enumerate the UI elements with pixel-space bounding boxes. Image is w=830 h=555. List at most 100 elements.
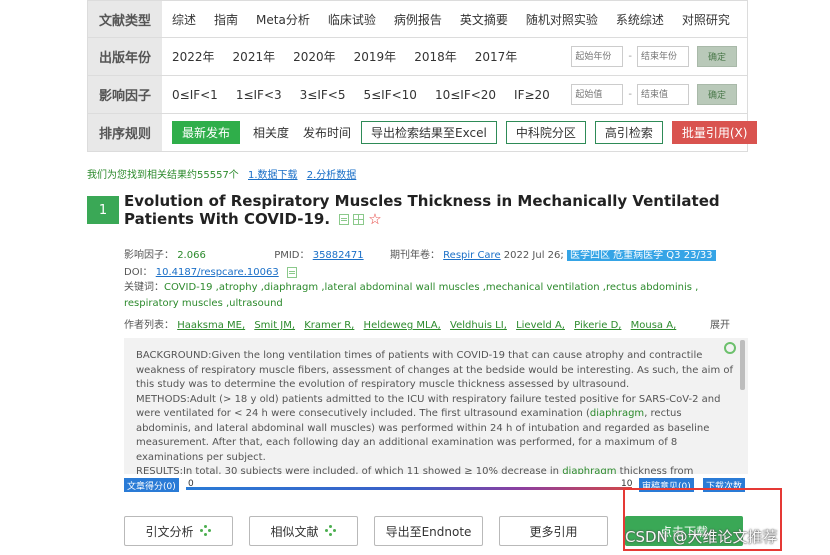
impact-option[interactable]: 3≤IF<5	[300, 88, 346, 102]
score-bar	[186, 487, 632, 490]
author-link[interactable]: Kramer R,	[304, 320, 354, 331]
impact-option[interactable]: 10≤IF<20	[435, 88, 496, 102]
journal-badge: 医学四区 危重病医学 Q3 23/33	[566, 250, 716, 261]
translate-icon[interactable]	[353, 214, 365, 225]
authors-line: 作者列表： Haaksma ME, Smit JM, Kramer R, Hel…	[124, 316, 734, 331]
author-link[interactable]: Lieveld A,	[516, 320, 565, 331]
doc-type-option[interactable]: 临床试验	[328, 11, 376, 28]
doc-type-option[interactable]: 综述	[172, 11, 196, 28]
impact-value: 2.066	[177, 250, 206, 261]
sort-time-button[interactable]: 发布时间	[299, 121, 356, 144]
impact-confirm-button[interactable]: 确定	[697, 84, 737, 105]
doi-line: DOI： 10.4187/respcare.10063	[124, 263, 297, 278]
year-option[interactable]: 2021年	[233, 48, 276, 65]
impact-option[interactable]: 0≤IF<1	[172, 88, 218, 102]
doc-type-option[interactable]: 系统综述	[616, 11, 664, 28]
result-number: 1	[87, 196, 119, 224]
filter-label-doc-type: 文献类型	[88, 1, 162, 37]
dots-icon	[324, 525, 337, 537]
keywords-label: 关键词：	[124, 282, 164, 293]
sort-row: 排序规则 最新发布 相关度 发布时间 导出检索结果至Excel 中科院分区 高引…	[88, 114, 758, 152]
results-count: 我们为您找到相关结果约55557个	[87, 170, 239, 181]
sort-latest-button[interactable]: 最新发布	[172, 121, 241, 144]
year-option[interactable]: 2022年	[172, 48, 215, 65]
end-impact-input[interactable]	[637, 84, 689, 105]
journal-label: 期刊年卷：	[389, 250, 440, 261]
expand-authors-button[interactable]: 展开	[710, 316, 730, 331]
more-citations-button[interactable]: 更多引用	[499, 516, 608, 546]
impact-range: - 确定	[571, 84, 737, 105]
author-link[interactable]: Smit JM,	[254, 320, 295, 331]
keywords-value: COVID-19 ,atrophy ,diaphragm ,lateral ab…	[124, 282, 699, 309]
doc-type-option[interactable]: 病例报告	[394, 11, 442, 28]
doi-value[interactable]: 10.4187/respcare.10063	[156, 267, 279, 278]
author-link[interactable]: Mousa A,	[631, 320, 677, 331]
year-range: - 确定	[571, 46, 737, 67]
doc-type-option[interactable]: Meta分析	[256, 11, 310, 28]
doc-type-option[interactable]: 英文摘要	[460, 11, 508, 28]
refresh-icon[interactable]	[724, 342, 736, 354]
abstract-background: BACKGROUND:Given the long ventilation ti…	[136, 350, 734, 390]
sort-relevance-button[interactable]: 相关度	[249, 121, 294, 144]
impact-option[interactable]: 5≤IF<10	[363, 88, 416, 102]
copy-doi-icon[interactable]	[286, 266, 297, 278]
author-link[interactable]: Pikerie D,	[574, 320, 621, 331]
pmid-label: PMID：	[274, 250, 310, 261]
star-icon[interactable]: ☆	[368, 212, 381, 227]
filter-label-sort: 排序规则	[88, 114, 162, 151]
doc-type-option[interactable]: 对照研究	[682, 11, 730, 28]
export-excel-button[interactable]: 导出检索结果至Excel	[361, 121, 497, 144]
author-link[interactable]: Veldhuis LI,	[450, 320, 507, 331]
batch-cite-button[interactable]: 批量引用(X)	[671, 121, 758, 144]
journal-name[interactable]: Respir Care	[443, 250, 500, 261]
article-meta-line: 影响因子： 2.066 PMID： 35882471 期刊年卷： Respir …	[124, 246, 716, 261]
article-score-badge: 文章得分(0)	[124, 478, 179, 492]
impact-option[interactable]: IF≥20	[514, 88, 550, 102]
title-icons: ☆	[339, 212, 382, 227]
year-option[interactable]: 2019年	[354, 48, 397, 65]
citation-analysis-button[interactable]: 引文分析	[124, 516, 233, 546]
range-dash: -	[628, 89, 632, 100]
cas-zone-button[interactable]: 中科院分区	[505, 121, 586, 144]
filter-label-impact: 影响因子	[88, 76, 162, 113]
year-option[interactable]: 2017年	[475, 48, 518, 65]
abstract-scrollbar[interactable]	[740, 340, 745, 390]
keywords-line: 关键词：COVID-19 ,atrophy ,diaphragm ,latera…	[124, 280, 724, 312]
journal-date: 2022 Jul 26;	[503, 250, 564, 261]
range-dash: -	[628, 51, 632, 62]
start-year-input[interactable]	[571, 46, 624, 67]
results-summary: 我们为您找到相关结果约55557个 1.数据下载 2.分析数据	[87, 166, 356, 181]
authors-label: 作者列表：	[124, 320, 174, 331]
doc-type-option[interactable]: 指南	[214, 11, 238, 28]
filter-row-doc-type: 文献类型 综述 指南 Meta分析 临床试验 病例报告 英文摘要 随机对照实验 …	[88, 0, 747, 38]
similar-literature-button[interactable]: 相似文献	[249, 516, 358, 546]
article-title[interactable]: Evolution of Respiratory Muscles Thickne…	[124, 192, 720, 228]
high-cited-button[interactable]: 高引检索	[594, 121, 663, 144]
impact-option[interactable]: 1≤IF<3	[236, 88, 282, 102]
abstract-results: RESULTS:In total, 30 subjects were inclu…	[136, 466, 694, 474]
copy-icon[interactable]	[339, 214, 350, 225]
pmid-value[interactable]: 35882471	[313, 250, 364, 261]
filter-label-year: 出版年份	[88, 38, 162, 75]
start-impact-input[interactable]	[571, 84, 624, 105]
dots-icon	[199, 525, 212, 537]
author-link[interactable]: Heldeweg MLA,	[364, 320, 441, 331]
abstract-box: BACKGROUND:Given the long ventilation ti…	[124, 338, 748, 474]
end-year-input[interactable]	[637, 46, 689, 67]
filter-row-year: 出版年份 2022年 2021年 2020年 2019年 2018年 2017年…	[88, 38, 747, 76]
filter-row-impact: 影响因子 0≤IF<1 1≤IF<3 3≤IF<5 5≤IF<10 10≤IF<…	[88, 76, 747, 114]
watermark: CSDN @大维论文推荐	[625, 528, 778, 546]
export-endnote-button[interactable]: 导出至Endnote	[374, 516, 483, 546]
doc-type-option[interactable]: 随机对照实验	[526, 11, 598, 28]
abstract-methods: METHODS:Adult (> 18 y old) patients admi…	[136, 393, 721, 463]
data-download-link[interactable]: 1.数据下载	[248, 170, 298, 181]
author-link[interactable]: Haaksma ME,	[177, 320, 245, 331]
article-title-block: Evolution of Respiratory Muscles Thickne…	[124, 192, 734, 228]
data-analysis-link[interactable]: 2.分析数据	[307, 170, 357, 181]
year-option[interactable]: 2018年	[414, 48, 457, 65]
year-confirm-button[interactable]: 确定	[697, 46, 737, 67]
impact-label: 影响因子：	[124, 250, 174, 261]
year-option[interactable]: 2020年	[293, 48, 336, 65]
doi-label: DOI：	[124, 267, 153, 278]
filter-panel: 文献类型 综述 指南 Meta分析 临床试验 病例报告 英文摘要 随机对照实验 …	[87, 0, 758, 152]
